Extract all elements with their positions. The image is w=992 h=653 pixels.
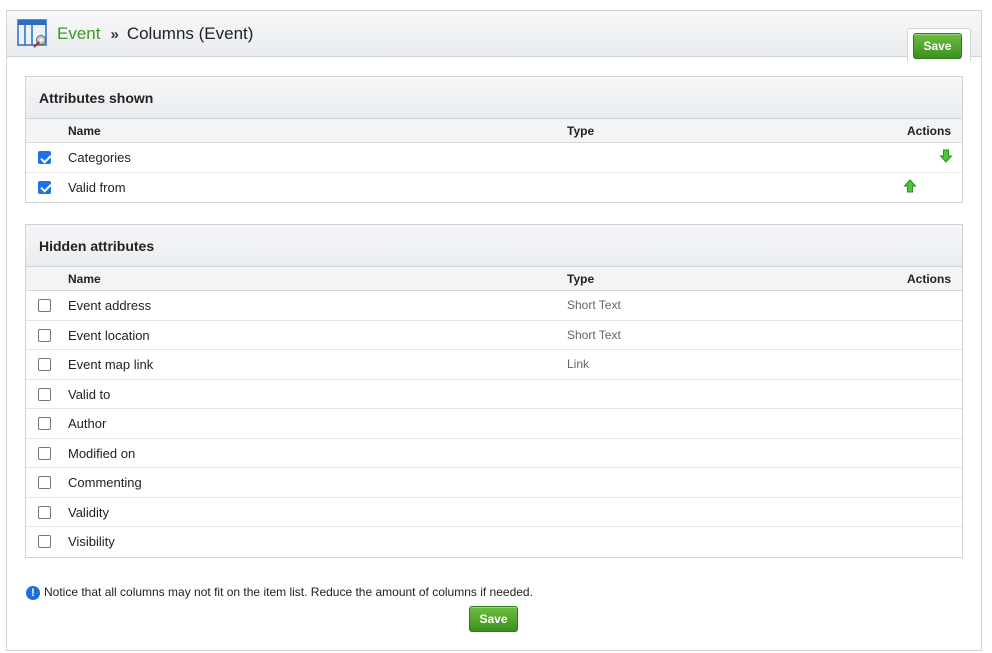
attribute-type: Short Text bbox=[567, 327, 621, 342]
row-checkbox[interactable] bbox=[38, 535, 51, 548]
table-row: Valid from bbox=[26, 173, 962, 203]
move-down-icon[interactable] bbox=[939, 149, 953, 163]
column-actions-header: Actions bbox=[906, 272, 951, 286]
attribute-name: Event map link bbox=[68, 357, 154, 372]
move-up-icon[interactable] bbox=[903, 178, 917, 193]
notice-text: Notice that all columns may not fit on t… bbox=[44, 585, 533, 599]
row-checkbox[interactable] bbox=[38, 328, 51, 342]
attribute-type: Link bbox=[567, 357, 590, 371]
info-icon: ! bbox=[26, 585, 40, 600]
attribute-name: Validity bbox=[68, 504, 109, 520]
table-row: Event location Short Text bbox=[26, 321, 962, 350]
column-name-header: Name bbox=[68, 124, 101, 138]
breadcrumb-separator: » bbox=[110, 26, 119, 43]
attribute-name: Author bbox=[68, 416, 107, 431]
table-row: Categories bbox=[26, 143, 962, 173]
row-checkbox[interactable] bbox=[38, 476, 51, 489]
column-name-header: Name bbox=[68, 272, 101, 286]
row-checkbox[interactable] bbox=[38, 446, 51, 460]
columns-config-icon bbox=[17, 19, 47, 48]
column-type-header: Type bbox=[567, 124, 595, 138]
hidden-attributes-panel: Hidden attributes Name Type Actions Even… bbox=[25, 224, 963, 558]
table-row: Commenting bbox=[26, 468, 962, 498]
table-row: Visibility bbox=[26, 527, 962, 557]
attribute-name: Event location bbox=[68, 327, 150, 343]
attribute-name: Categories bbox=[68, 150, 131, 165]
columns-notice: ! Notice that all columns may not fit on … bbox=[26, 585, 533, 600]
attributes-shown-panel: Attributes shown Name Type Actions Categ… bbox=[25, 76, 963, 203]
page-title: Columns (Event) bbox=[126, 24, 254, 43]
hidden-attributes-title: Hidden attributes bbox=[26, 225, 962, 267]
row-checkbox[interactable] bbox=[38, 299, 51, 312]
breadcrumb: Event » Columns (Event) bbox=[57, 23, 253, 46]
column-type-header: Type bbox=[567, 272, 595, 286]
attribute-name: Valid to bbox=[68, 386, 111, 402]
page-header: Event » Columns (Event) Save bbox=[7, 11, 981, 61]
attribute-name: Valid from bbox=[68, 179, 126, 195]
row-checkbox[interactable] bbox=[38, 505, 51, 519]
save-button-bottom[interactable]: Save bbox=[469, 606, 518, 632]
table-row: Event address Short Text bbox=[26, 291, 962, 321]
table-row: Modified on bbox=[26, 439, 962, 468]
row-checkbox[interactable] bbox=[38, 417, 51, 430]
hidden-attributes-header: Name Type Actions bbox=[26, 267, 962, 291]
row-checkbox[interactable] bbox=[38, 151, 51, 164]
table-row: Valid to bbox=[26, 380, 962, 409]
save-button-top[interactable]: Save bbox=[913, 33, 962, 59]
column-actions-header: Actions bbox=[906, 124, 951, 138]
row-checkbox[interactable] bbox=[38, 180, 51, 194]
attribute-name: Visibility bbox=[68, 534, 115, 549]
save-tab: Save bbox=[907, 28, 971, 61]
breadcrumb-event-link[interactable]: Event bbox=[57, 24, 100, 43]
table-row: Event map link Link bbox=[26, 350, 962, 380]
attributes-shown-header: Name Type Actions bbox=[26, 119, 962, 143]
row-checkbox[interactable] bbox=[38, 358, 51, 371]
attribute-name: Event address bbox=[68, 298, 152, 313]
columns-editor-frame: Event » Columns (Event) Save Attributes sh… bbox=[6, 10, 982, 651]
attribute-name: Commenting bbox=[68, 475, 142, 490]
attribute-name: Modified on bbox=[68, 445, 136, 461]
attribute-type: Short Text bbox=[567, 298, 621, 312]
attributes-shown-title: Attributes shown bbox=[26, 77, 962, 119]
row-checkbox[interactable] bbox=[38, 387, 51, 401]
table-row: Author bbox=[26, 409, 962, 439]
table-row: Validity bbox=[26, 498, 962, 527]
